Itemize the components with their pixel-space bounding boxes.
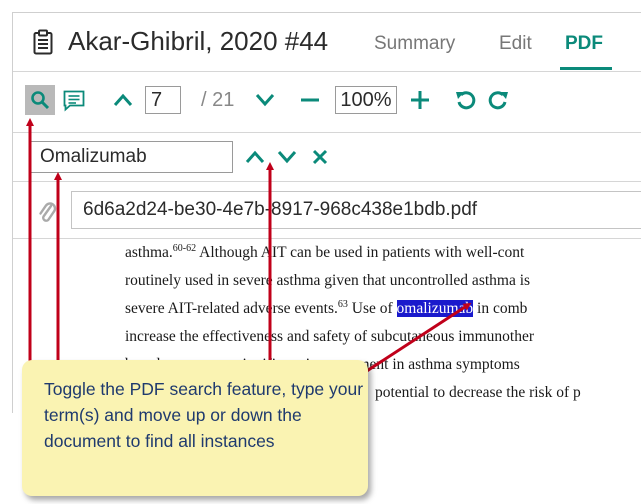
- previous-match-button[interactable]: [243, 145, 267, 169]
- search-input[interactable]: Omalizumab: [30, 141, 233, 173]
- pdf-viewer-panel: Akar-Ghibril, 2020 #44 Summary Edit PDF: [12, 12, 641, 413]
- next-match-button[interactable]: [275, 145, 299, 169]
- annotations-button[interactable]: [61, 86, 87, 114]
- pdf-text-line: severe AIT-related adverse events.63 Use…: [125, 299, 528, 317]
- zoom-in-button[interactable]: [407, 86, 433, 114]
- tip-callout: Toggle the PDF search feature, type your…: [22, 360, 368, 496]
- title-bar: Akar-Ghibril, 2020 #44 Summary Edit PDF: [13, 13, 641, 72]
- close-icon: [312, 149, 328, 165]
- rotate-left-button[interactable]: [453, 86, 479, 114]
- document-title: Akar-Ghibril, 2020 #44: [68, 26, 329, 56]
- close-search-button[interactable]: [308, 145, 332, 169]
- search-icon: [31, 91, 50, 110]
- pdf-text-line: asthma.60-62 Although AIT can be used in…: [125, 243, 525, 262]
- minus-icon: [301, 98, 319, 102]
- chevron-down-icon: [255, 94, 275, 107]
- chevron-up-icon: [245, 150, 265, 163]
- rotate-right-button[interactable]: [485, 86, 511, 114]
- zoom-level-input[interactable]: 100%: [335, 86, 397, 114]
- pdf-toolbar: 7 / 21 100%: [13, 72, 641, 133]
- tab-summary[interactable]: Summary: [374, 33, 455, 55]
- rotate-right-icon: [488, 91, 508, 110]
- comment-icon: [63, 90, 85, 112]
- chevron-down-icon: [277, 151, 297, 164]
- plus-icon: [411, 91, 429, 109]
- zoom-out-button[interactable]: [297, 86, 323, 114]
- clipboard-icon: [33, 29, 53, 55]
- callout-text: Toggle the PDF search feature, type your…: [44, 379, 364, 451]
- search-match-highlight: omalizumab: [396, 300, 474, 317]
- chevron-up-icon: [113, 93, 133, 106]
- search-toggle-button[interactable]: [25, 85, 55, 115]
- tab-pdf[interactable]: PDF: [565, 33, 603, 55]
- pdf-text-line: increase the effectiveness and safety of…: [125, 328, 535, 345]
- tab-edit[interactable]: Edit: [499, 33, 532, 55]
- page-total: / 21: [201, 89, 235, 111]
- search-bar: Omalizumab: [13, 133, 641, 182]
- rotate-left-icon: [456, 91, 476, 110]
- paperclip-icon: [39, 202, 57, 222]
- active-tab-indicator: [560, 67, 612, 70]
- pdf-text-line: routinely used in severe asthma given th…: [125, 272, 531, 289]
- next-page-button[interactable]: [253, 86, 277, 114]
- pdf-filename: 6d6a2d24-be30-4e7b-8917-968c438e1bdb.pdf: [71, 191, 641, 229]
- file-bar: 6d6a2d24-be30-4e7b-8917-968c438e1bdb.pdf: [13, 182, 641, 239]
- page-number-input[interactable]: 7: [145, 86, 181, 114]
- previous-page-button[interactable]: [111, 86, 135, 114]
